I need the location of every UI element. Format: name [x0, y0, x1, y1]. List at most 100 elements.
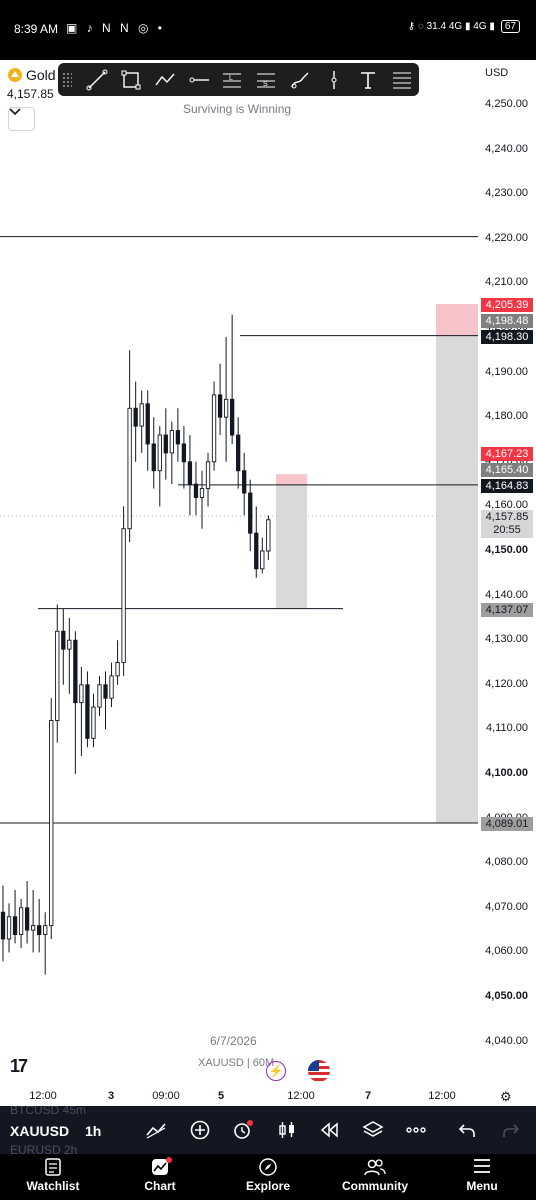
price-chart[interactable] [0, 60, 536, 1106]
undo-icon[interactable] [456, 1119, 478, 1141]
candle-up [31, 925, 36, 931]
candle-down [163, 434, 168, 454]
candle-down [85, 684, 90, 739]
horizontal-line-price-tag: 4,164.83 [481, 479, 533, 493]
layers-icon[interactable] [362, 1119, 384, 1141]
vertical-line-tool-icon[interactable] [317, 63, 351, 96]
candle-up [199, 488, 205, 498]
fib-retracement-tool-icon[interactable] [385, 63, 419, 96]
target-price-tag: 4,137.07 [481, 603, 533, 617]
stop-loss-price-tag: 4,167.23 [481, 447, 533, 461]
candle-down [181, 443, 187, 463]
text-tool-icon[interactable] [351, 63, 385, 96]
last-price: 4,157.85 [7, 87, 54, 101]
candles-icon[interactable] [276, 1119, 298, 1141]
price-axis-label: 4,080.00 [485, 856, 528, 869]
time-axis-label: 12:00 [428, 1090, 456, 1102]
short-position-tool-icon[interactable]: S [249, 63, 283, 96]
symbol-search-button[interactable]: XAUUSD [10, 1123, 69, 1139]
clock: 8:39 AM [14, 22, 59, 36]
horizontal-ray-tool-icon[interactable] [182, 63, 216, 96]
tradingview-logo[interactable]: 17 [10, 1056, 28, 1077]
gold-logo-icon [8, 68, 22, 82]
more-icon[interactable] [405, 1119, 427, 1141]
time-axis-label: 3 [107, 1090, 115, 1102]
replay-icon[interactable] [318, 1119, 340, 1141]
nav-watchlist[interactable]: Watchlist [8, 1158, 98, 1193]
position-stop-zone [436, 303, 478, 336]
candle-up [266, 519, 271, 552]
time-axis-label: 12:00 [29, 1090, 57, 1102]
currency-selector[interactable]: USD [485, 67, 508, 79]
price-axis-label: 4,140.00 [485, 588, 528, 601]
candle-up [260, 550, 265, 570]
position-stop-zone [276, 474, 307, 485]
chevron-down-icon [9, 108, 21, 116]
candle-up [55, 630, 60, 721]
price-tag: 4,165.40 [481, 463, 533, 477]
candle-up [139, 403, 144, 427]
candle-down [151, 443, 156, 472]
redo-icon[interactable] [500, 1119, 522, 1141]
time-axis-label: 12:00 [287, 1090, 315, 1102]
time-axis-label: 09:00 [152, 1090, 180, 1102]
chart-settings-icon[interactable]: ⚙ [500, 1089, 512, 1105]
brush-tool-icon[interactable] [283, 63, 317, 96]
nav-chart[interactable]: Chart [115, 1157, 205, 1193]
us-flag-icon[interactable] [308, 1060, 330, 1082]
flash-icon[interactable]: ⚡ [266, 1061, 286, 1081]
candle-down [236, 434, 241, 472]
candle-up [97, 684, 102, 708]
current-price: 4,157.85 [485, 511, 529, 523]
price-axis-label: 4,070.00 [485, 900, 528, 913]
candle-down [61, 630, 66, 650]
collapse-legend-button[interactable] [8, 107, 35, 131]
candle-down [175, 430, 181, 445]
chart-toolbar: BTCUSD 45m XAUUSD 1h EURUSD 2h [0, 1106, 536, 1154]
candle-down [145, 403, 150, 445]
path-tool-icon[interactable] [148, 63, 182, 96]
status-bar: 8:39 AM ▣ ♪ N N ◎ • ⚷ ◌ 31.4 4G ▮ 4G ▮ 6… [0, 0, 536, 60]
drawing-tools-icon[interactable] [145, 1119, 167, 1141]
alarm-icon[interactable] [232, 1119, 254, 1141]
price-axis-label: 4,100.00 [485, 767, 528, 779]
nav-label: Watchlist [26, 1179, 80, 1193]
add-icon[interactable] [189, 1119, 211, 1141]
rectangle-tool-icon[interactable] [114, 63, 148, 96]
time-axis-label: 7 [364, 1090, 372, 1102]
nav-community[interactable]: Community [330, 1158, 420, 1193]
notification-icons: ▣ ♪ N N ◎ • [66, 21, 166, 35]
candle-down [217, 394, 223, 418]
symbol-header[interactable]: Gold [8, 67, 56, 83]
interval-button[interactable]: 1h [85, 1123, 101, 1139]
svg-text:L: L [229, 75, 233, 82]
ghost-row: BTCUSD 45m [10, 1106, 87, 1117]
candle-up [223, 398, 229, 418]
nav-menu[interactable]: Menu [437, 1158, 527, 1193]
candle-down [103, 684, 108, 699]
price-axis-label: 4,190.00 [485, 365, 528, 378]
price-axis-label: 4,250.00 [485, 98, 528, 110]
nav-label: Chart [144, 1179, 176, 1193]
candle-down [193, 483, 199, 498]
drag-handle-icon[interactable] [62, 71, 72, 88]
bar-countdown: 20:55 [493, 524, 521, 536]
candle-up [205, 461, 211, 490]
svg-text:S: S [263, 81, 268, 88]
chart-pane[interactable]: Gold 4,157.85 Surviving is Winning L S U… [0, 60, 536, 1106]
community-icon [330, 1158, 420, 1178]
candle-up [121, 528, 126, 663]
trend-line-tool-icon[interactable] [80, 63, 114, 96]
candle-down [242, 470, 247, 494]
candle-up [91, 706, 96, 739]
candle-up [6, 916, 12, 940]
long-position-tool-icon[interactable]: L [216, 63, 250, 96]
price-axis-label: 4,220.00 [485, 231, 528, 244]
candle-up [109, 675, 114, 699]
nav-explore[interactable]: Explore [223, 1158, 313, 1193]
candle-down [187, 461, 193, 485]
target-price-tag: 4,089.01 [481, 817, 533, 831]
nav-label: Menu [466, 1179, 498, 1193]
price-tag: 4,198.48 [481, 314, 533, 328]
price-axis-label: 4,130.00 [485, 633, 528, 646]
